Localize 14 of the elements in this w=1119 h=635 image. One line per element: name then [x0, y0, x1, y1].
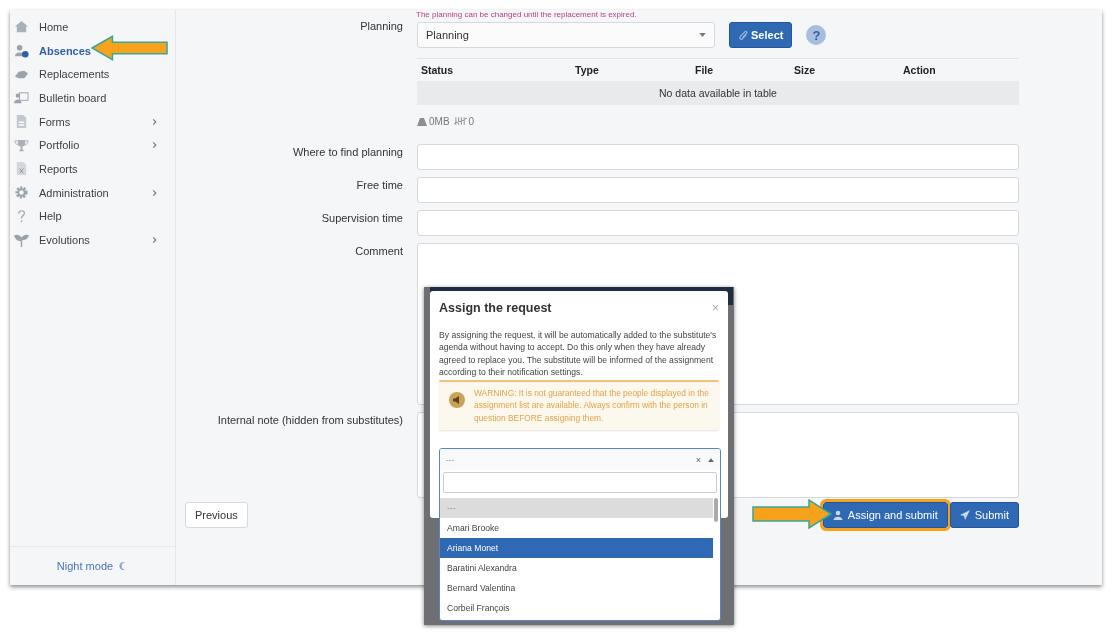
field-label: Where to find planning [291, 145, 404, 160]
file-count: 0 [468, 115, 475, 127]
dialog-description: By assigning the request, it will be automatically added to the substitute's agenda without having to accept. Do this only when they have already agreed to replace you. The substitute will be informed of the assignment according to their notification settings. [439, 329, 718, 379]
field-label: Comment [354, 244, 404, 259]
empty-table-message: No data available in table [417, 81, 1019, 105]
field-label: Supervision time [320, 211, 404, 226]
field-label: Free time [355, 178, 404, 193]
field-label: Planning [359, 20, 404, 34]
field-label: Internal note (hidden from substitutes) [216, 413, 404, 428]
dialog-title: Assign the request [439, 301, 552, 315]
notice-text: The planning can be changed until the replacement is expired. [415, 10, 638, 20]
select-value: --- [446, 454, 456, 465]
warning-text: WARNING: It is not guaranteed that the people displayed in the assignment list are available. Always confirm with the person in question BEFORE assigning them. [474, 386, 710, 425]
storage-size: 0MB [429, 115, 450, 127]
